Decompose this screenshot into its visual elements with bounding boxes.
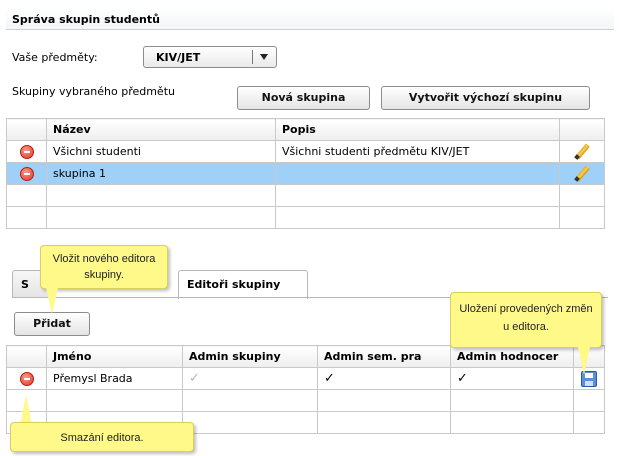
create-default-group-button[interactable]: Vytvořit výchozí skupinu (381, 86, 590, 110)
empty-row (6, 184, 605, 207)
groups-header-description[interactable]: Popis (275, 118, 560, 141)
remove-icon[interactable] (19, 166, 34, 181)
subject-select[interactable]: KIV/JET (143, 46, 277, 68)
callout-add-editor-pointer (46, 288, 58, 314)
edit-group-cell[interactable] (559, 162, 605, 185)
checkmark-icon[interactable]: ✓ (189, 371, 200, 386)
select-separator (252, 50, 253, 64)
add-editor-button[interactable]: Přidat (14, 312, 90, 336)
new-group-button[interactable]: Nová skupina (237, 86, 370, 110)
edit-group-cell[interactable] (559, 140, 605, 163)
editors-header-admin-sem[interactable]: Admin sem. pra (317, 345, 451, 368)
callout-add-editor: Vložit nového editora skupiny. (40, 245, 168, 289)
editors-table: Jméno Admin skupiny Admin sem. pra Admin… (6, 345, 605, 434)
group-description (275, 162, 560, 185)
remove-icon[interactable] (19, 371, 34, 386)
group-name: Všichni studenti (46, 140, 276, 163)
editors-header-icon (6, 345, 47, 368)
checkmark-icon[interactable]: ✓ (324, 371, 335, 386)
checkmark-icon[interactable]: ✓ (457, 371, 468, 386)
editors-header-admin-eval[interactable]: Admin hodnocer (450, 345, 574, 368)
subject-select-value: KIV/JET (156, 51, 201, 64)
callout-save-changes-pointer (578, 347, 590, 375)
remove-icon[interactable] (19, 144, 34, 159)
groups-table: Název Popis Všichni studenti Všichni stu… (6, 118, 605, 229)
empty-row (6, 389, 605, 412)
editor-name: Přemysl Brada (46, 367, 183, 390)
tab-group-editors[interactable]: Editoři skupiny (178, 270, 308, 299)
admin-eval-cell[interactable]: ✓ (450, 367, 574, 390)
editors-header-admin-group[interactable]: Admin skupiny (182, 345, 318, 368)
subject-label: Vaše předměty: (12, 51, 98, 64)
admin-group-cell[interactable]: ✓ (182, 367, 318, 390)
editors-header-row: Jméno Admin skupiny Admin sem. pra Admin… (6, 345, 605, 368)
pencil-icon[interactable] (574, 144, 590, 160)
groups-header-row: Název Popis (6, 118, 605, 141)
callout-save-changes: Uložení provedených změn u editora. (450, 292, 602, 348)
groups-header-name[interactable]: Název (46, 118, 276, 141)
remove-editor-cell[interactable] (6, 367, 47, 390)
empty-row (6, 206, 605, 229)
groups-header-icon (6, 118, 47, 141)
remove-group-cell[interactable] (6, 162, 47, 185)
page-title: Správa skupin studentů (6, 8, 614, 30)
group-name: skupina 1 (46, 162, 276, 185)
table-row[interactable]: Všichni studenti Všichni studenti předmě… (6, 140, 605, 163)
table-row[interactable]: skupina 1 (6, 162, 605, 185)
table-row[interactable]: Přemysl Brada ✓ ✓ ✓ (6, 367, 605, 390)
chevron-down-icon (260, 54, 268, 60)
group-description: Všichni studenti předmětu KIV/JET (275, 140, 560, 163)
callout-delete-editor: Smazání editora. (10, 422, 194, 452)
callout-delete-editor-pointer (20, 395, 32, 425)
editors-header-name[interactable]: Jméno (46, 345, 183, 368)
pencil-icon[interactable] (574, 166, 590, 182)
remove-group-cell[interactable] (6, 140, 47, 163)
groups-header-edit (559, 118, 605, 141)
admin-sem-cell[interactable]: ✓ (317, 367, 451, 390)
groups-label: Skupiny vybraného předmětu (12, 85, 175, 98)
